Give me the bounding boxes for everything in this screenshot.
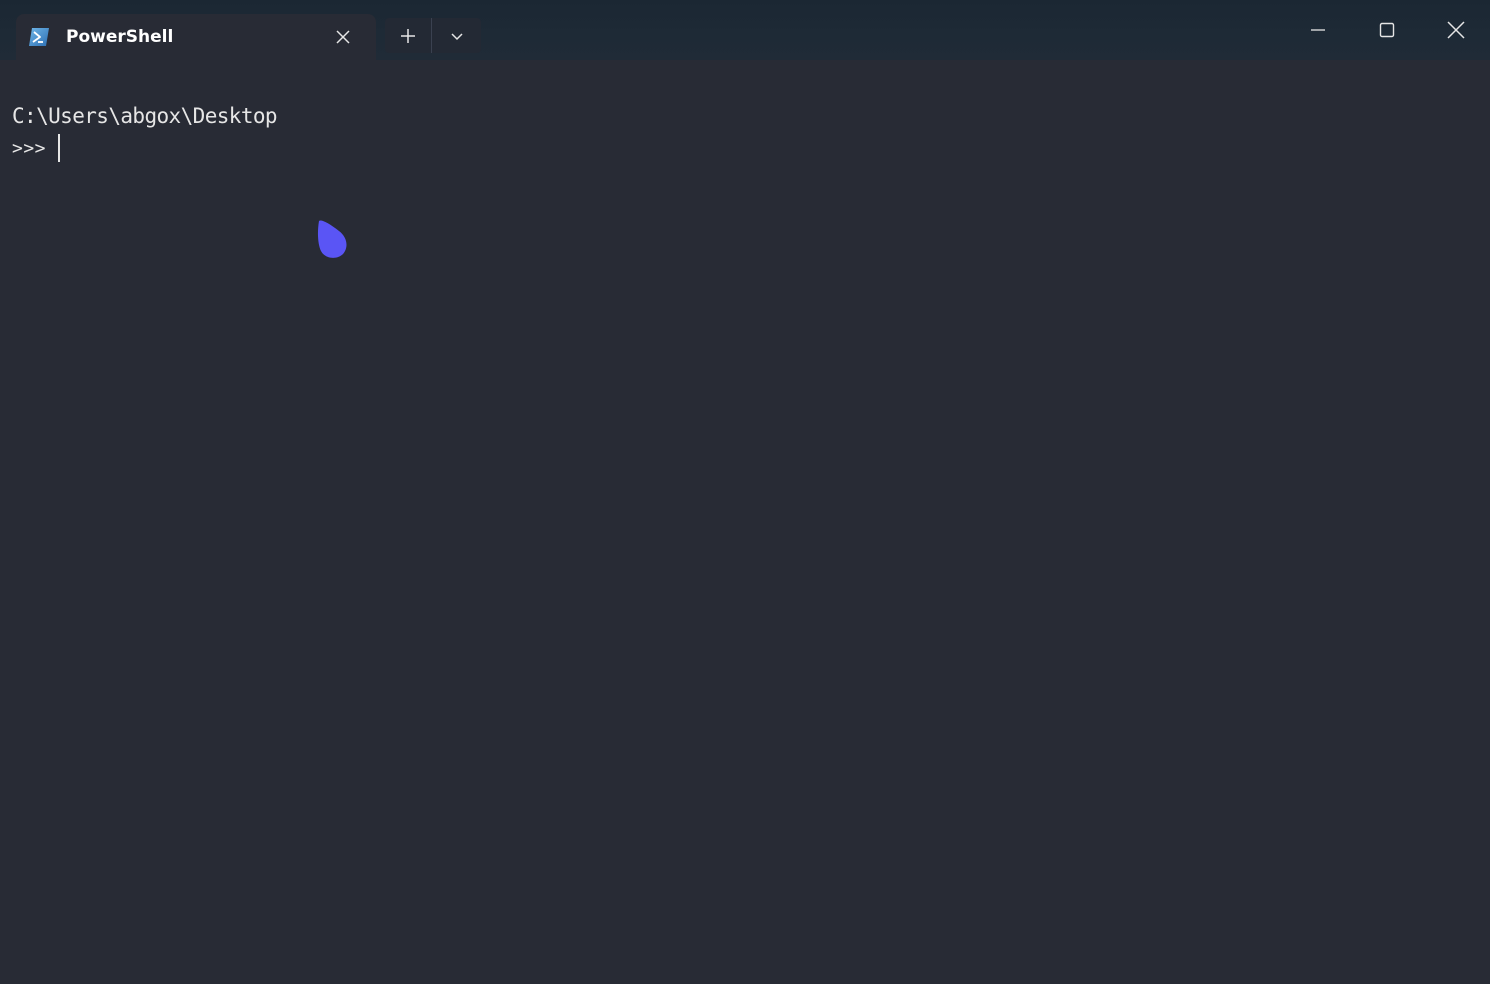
- tab-title: PowerShell: [66, 27, 174, 47]
- text-cursor: [58, 134, 61, 162]
- window-controls: [1283, 0, 1490, 60]
- current-path: C:\Users\abgox\Desktop: [12, 104, 278, 128]
- chevron-down-icon: [450, 32, 463, 40]
- terminal-area[interactable]: C:\Users\abgox\Desktop >>>: [0, 60, 1490, 984]
- maximize-button[interactable]: [1352, 0, 1421, 60]
- new-tab-button[interactable]: [385, 18, 432, 53]
- tab-powershell[interactable]: PowerShell: [16, 14, 376, 60]
- close-icon: [1446, 21, 1465, 39]
- prompt-symbol: >>>: [12, 137, 47, 159]
- tab-dropdown-button[interactable]: [432, 18, 481, 53]
- plus-icon: [401, 28, 415, 43]
- close-window-button[interactable]: [1421, 0, 1490, 60]
- close-icon: [336, 30, 350, 44]
- maximize-icon: [1379, 22, 1394, 38]
- title-bar[interactable]: PowerShell: [0, 0, 1490, 60]
- minimize-button[interactable]: [1283, 0, 1352, 60]
- tab-actions: [385, 18, 481, 53]
- prompt-line: >>>: [12, 134, 61, 162]
- powershell-icon: [28, 26, 50, 48]
- terminal-window: PowerShell C:\Users\abgox\Desktop >>>: [0, 0, 1490, 984]
- tab-close-button[interactable]: [328, 22, 358, 52]
- minimize-icon: [1310, 29, 1325, 31]
- drop-shape: [317, 220, 347, 258]
